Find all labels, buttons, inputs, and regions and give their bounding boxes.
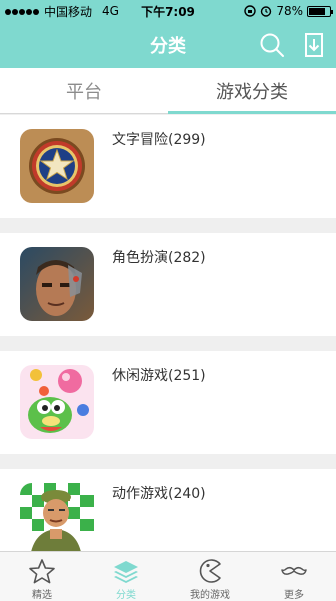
battery-icon [307,5,333,17]
signal-strength-icon [5,4,40,18]
battery-percent: 78% [276,4,303,18]
tabbar-label: 精选 [32,590,52,601]
status-right: 78% [244,4,333,18]
category-label: 休闲游戏(251) [112,368,206,384]
tabbar-label: 更多 [284,590,304,601]
text-adventure-app-icon [20,129,94,203]
tab-platform-label: 平台 [66,81,102,103]
pacman-icon [199,559,221,583]
download-button[interactable] [300,31,328,59]
tabbar-item-featured[interactable]: 精选 [0,552,84,601]
network-label: 4G [102,4,119,18]
tabbar-label: 分类 [116,590,136,601]
search-button[interactable] [258,31,286,59]
star-icon [29,559,55,584]
carrier-label: 中国移动 [44,4,93,19]
layers-icon [114,561,138,583]
tabbar-item-more[interactable]: 更多 [252,552,336,601]
bottom-tab-bar: 精选 分类 我的游戏 更多 [0,551,336,601]
tab-platform[interactable]: 平台 [0,68,168,113]
tab-game-categories[interactable]: 游戏分类 [168,68,336,114]
tab-game-categories-label: 游戏分类 [216,81,288,103]
app-header: 中国移动 4G 下午7:09 78% 分类 [0,0,336,68]
tabbar-item-categories[interactable]: 分类 [84,552,168,601]
tabbar-item-my-games[interactable]: 我的游戏 [168,552,252,601]
action-app-icon [20,483,94,557]
rotation-lock-icon [244,5,257,17]
category-label: 动作游戏(240) [112,486,206,502]
role-playing-app-icon [20,247,94,321]
download-icon [305,33,323,57]
mustache-icon [281,566,307,575]
status-left: 中国移动 4G [5,3,119,20]
search-icon [260,33,284,57]
status-bar: 中国移动 4G 下午7:09 78% [0,0,336,22]
tabbar-label: 我的游戏 [190,590,230,601]
category-row-casual[interactable]: 休闲游戏(251) [0,351,336,454]
casual-app-icon [20,365,94,439]
category-label: 文字冒险(299) [112,132,206,148]
battery-fill [309,7,325,15]
alarm-icon [261,6,272,17]
category-label: 角色扮演(282) [112,250,206,266]
category-row-role-playing[interactable]: 角色扮演(282) [0,233,336,336]
category-row-text-adventure[interactable]: 文字冒险(299) [0,115,336,218]
segment-tabs: 平台 游戏分类 [0,68,336,114]
